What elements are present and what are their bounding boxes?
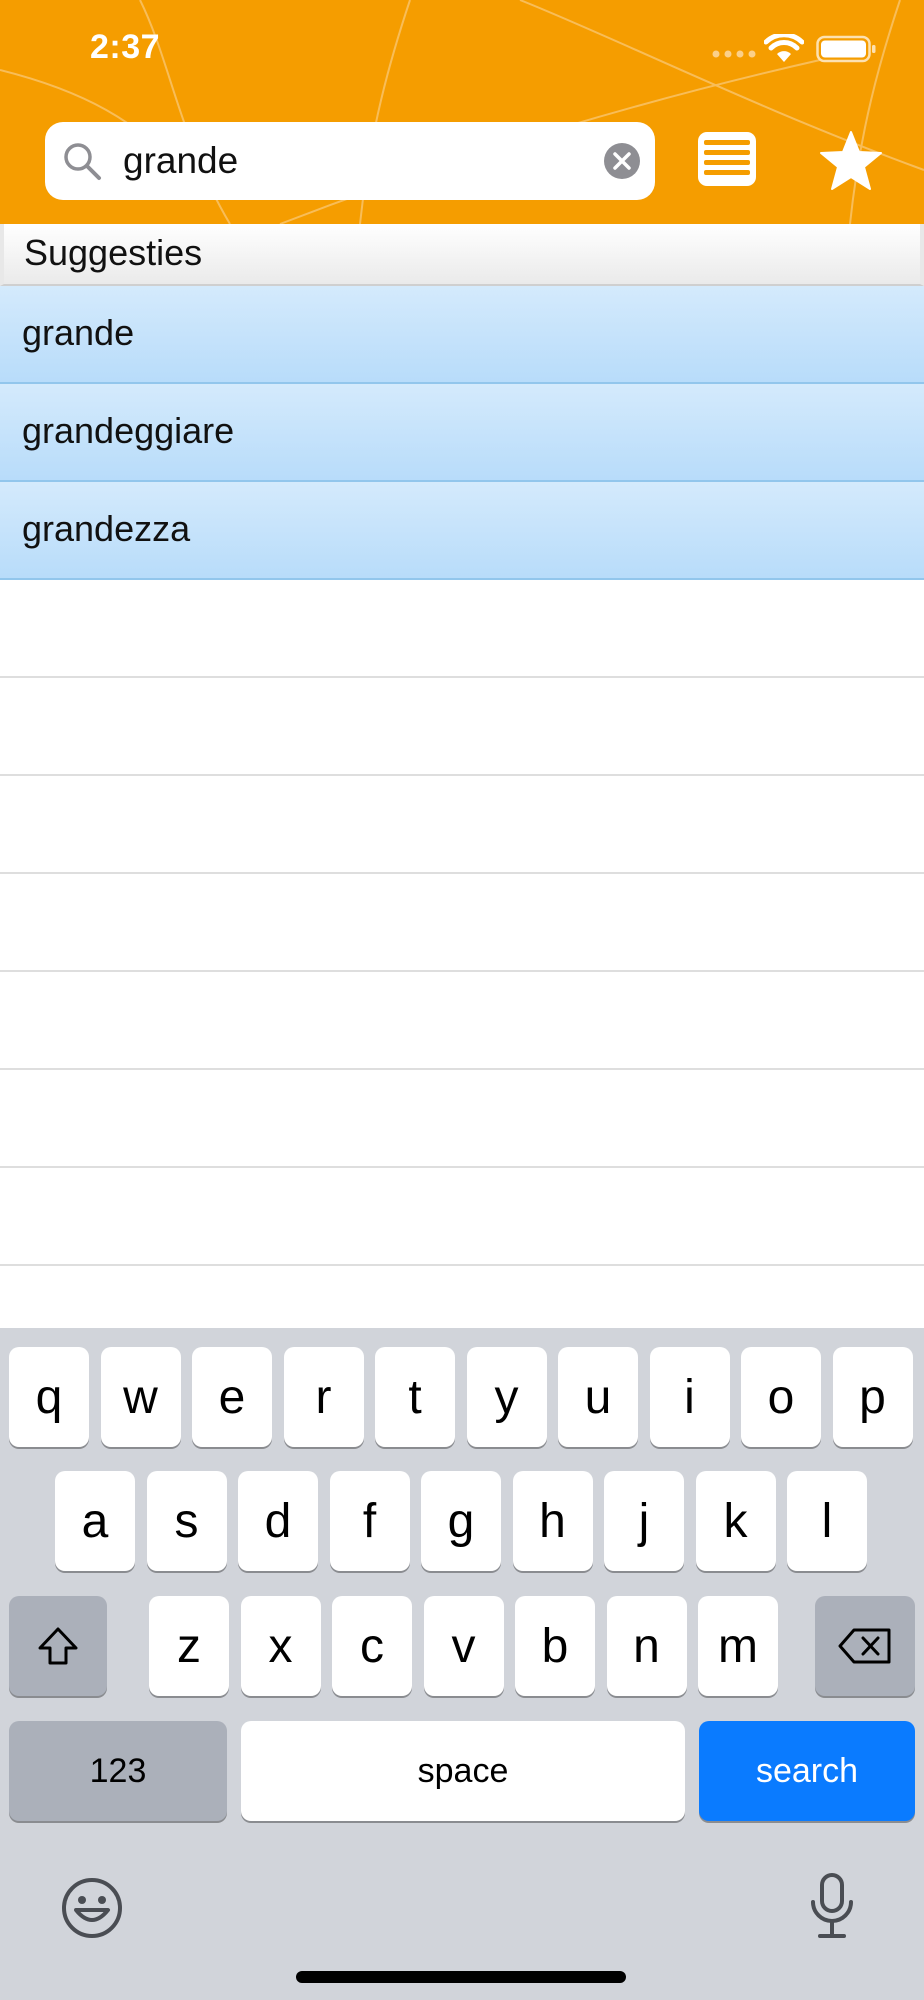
backspace-icon: [838, 1628, 891, 1664]
key-i[interactable]: i: [649, 1347, 730, 1447]
wifi-icon: [764, 34, 804, 62]
key-p[interactable]: p: [832, 1347, 913, 1447]
empty-row: [0, 1070, 924, 1168]
suggestions-section-header: Suggesties: [0, 224, 924, 286]
key-w[interactable]: w: [100, 1347, 181, 1447]
suggestion-label: grandeggiare: [22, 410, 235, 451]
empty-list-area: [0, 580, 924, 1266]
shift-key[interactable]: [9, 1596, 107, 1696]
cellular-signal-icon: [712, 50, 756, 58]
key-t[interactable]: t: [375, 1347, 455, 1447]
key-e[interactable]: e: [192, 1347, 272, 1447]
space-key[interactable]: space: [241, 1721, 685, 1821]
key-a[interactable]: a: [55, 1471, 135, 1571]
emoji-icon[interactable]: [60, 1876, 124, 1940]
keyboard: qwertyuiop asdfghjkl zxcvbnm 123 space s…: [0, 1328, 924, 2000]
suggestion-item[interactable]: grandezza: [0, 482, 924, 580]
key-l[interactable]: l: [787, 1471, 867, 1571]
key-c[interactable]: c: [332, 1596, 412, 1696]
search-key[interactable]: search: [699, 1721, 915, 1821]
key-m[interactable]: m: [698, 1596, 778, 1696]
star-icon[interactable]: [818, 130, 884, 192]
key-x[interactable]: x: [240, 1596, 321, 1696]
shift-icon: [38, 1627, 78, 1665]
battery-icon: [816, 35, 876, 63]
search-box[interactable]: [45, 122, 655, 200]
key-s[interactable]: s: [146, 1471, 227, 1571]
suggestion-item[interactable]: grande: [0, 286, 924, 384]
key-v[interactable]: v: [423, 1596, 504, 1696]
key-j[interactable]: j: [604, 1471, 684, 1571]
status-bar: 2:37: [0, 0, 924, 100]
list-icon[interactable]: [696, 130, 758, 188]
key-o[interactable]: o: [741, 1347, 821, 1447]
key-u[interactable]: u: [558, 1347, 638, 1447]
key-r[interactable]: r: [283, 1347, 364, 1447]
empty-row: [0, 776, 924, 874]
clear-icon[interactable]: [603, 142, 641, 180]
empty-row: [0, 1168, 924, 1266]
key-d[interactable]: d: [238, 1471, 318, 1571]
empty-row: [0, 580, 924, 678]
key-f[interactable]: f: [329, 1471, 410, 1571]
suggestion-label: grandezza: [22, 508, 191, 549]
microphone-icon[interactable]: [808, 1872, 856, 1940]
key-g[interactable]: g: [421, 1471, 501, 1571]
magnifier-icon: [64, 143, 101, 180]
key-h[interactable]: h: [512, 1471, 593, 1571]
home-indicator: [296, 1971, 626, 1983]
key-b[interactable]: b: [515, 1596, 595, 1696]
suggestion-item[interactable]: grandeggiare: [0, 384, 924, 482]
suggestion-list: grande grandeggiare grandezza: [0, 286, 924, 580]
backspace-key[interactable]: [815, 1596, 915, 1696]
key-q[interactable]: q: [9, 1347, 89, 1447]
empty-row: [0, 972, 924, 1070]
key-z[interactable]: z: [149, 1596, 229, 1696]
status-time: 2:37: [90, 28, 161, 66]
empty-row: [0, 678, 924, 776]
key-k[interactable]: k: [695, 1471, 776, 1571]
section-title: Suggesties: [24, 232, 203, 273]
key-y[interactable]: y: [466, 1347, 547, 1447]
suggestion-label: grande: [22, 312, 135, 353]
numbers-key[interactable]: 123: [9, 1721, 227, 1821]
empty-row: [0, 874, 924, 972]
key-n[interactable]: n: [606, 1596, 687, 1696]
app-header: 2:37: [0, 0, 924, 224]
search-input[interactable]: [113, 136, 579, 186]
